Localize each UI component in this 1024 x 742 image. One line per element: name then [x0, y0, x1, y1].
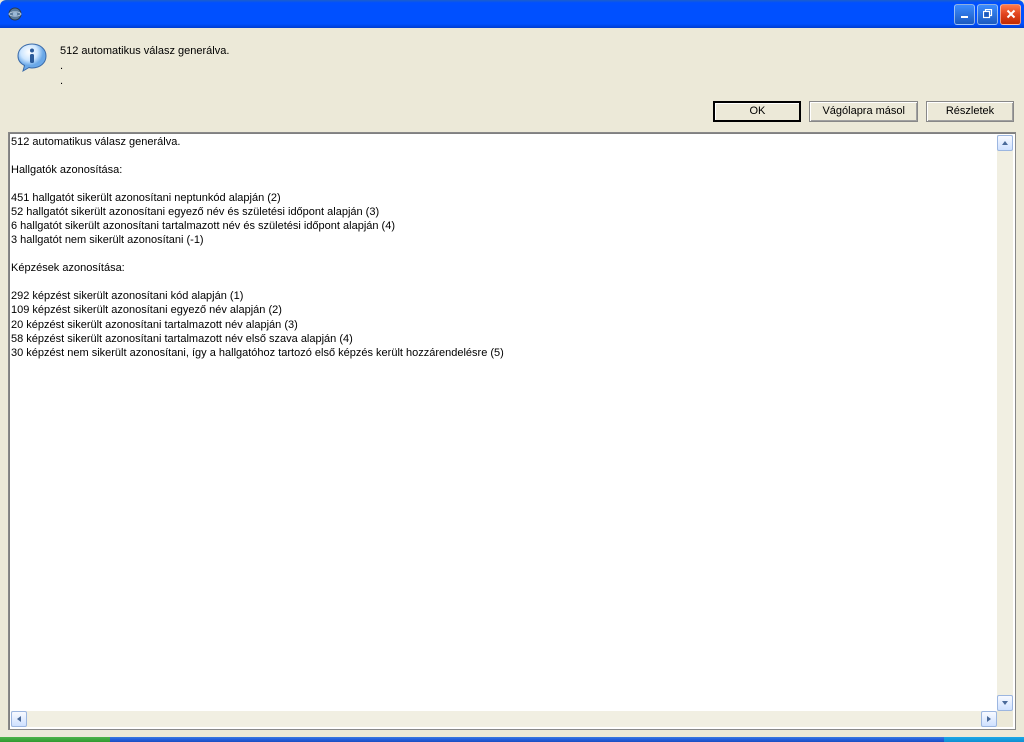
system-tray-strip: [944, 737, 1024, 742]
info-icon: [16, 42, 48, 74]
minimize-button[interactable]: [954, 4, 975, 25]
scroll-down-button[interactable]: [997, 695, 1013, 711]
vertical-scroll-track[interactable]: [997, 151, 1013, 695]
details-panel: 512 automatikus válasz generálva. Hallga…: [8, 132, 1016, 730]
start-button-strip[interactable]: [0, 737, 110, 742]
restore-button[interactable]: [977, 4, 998, 25]
ok-button[interactable]: OK: [713, 101, 801, 122]
titlebar: [0, 0, 1024, 28]
info-message: 512 automatikus válasz generálva. . .: [60, 42, 229, 89]
horizontal-scrollbar[interactable]: [11, 711, 997, 727]
copy-clipboard-button[interactable]: Vágólapra másol: [809, 101, 918, 122]
horizontal-scroll-track[interactable]: [27, 711, 981, 727]
details-button[interactable]: Részletek: [926, 101, 1014, 122]
scroll-corner: [997, 711, 1013, 727]
app-icon: [7, 6, 23, 22]
window-controls: [954, 4, 1021, 25]
button-row: OK Vágólapra másol Részletek: [0, 97, 1024, 132]
vertical-scrollbar[interactable]: [997, 135, 1013, 711]
close-button[interactable]: [1000, 4, 1021, 25]
info-panel: 512 automatikus válasz generálva. . .: [0, 28, 1024, 97]
info-sub-line-2: .: [60, 74, 229, 89]
scroll-left-button[interactable]: [11, 711, 27, 727]
scroll-up-button[interactable]: [997, 135, 1013, 151]
details-text[interactable]: 512 automatikus válasz generálva. Hallga…: [11, 135, 997, 711]
scroll-right-button[interactable]: [981, 711, 997, 727]
taskbar: [0, 737, 1024, 742]
info-main-line: 512 automatikus válasz generálva.: [60, 44, 229, 59]
info-sub-line-1: .: [60, 59, 229, 74]
